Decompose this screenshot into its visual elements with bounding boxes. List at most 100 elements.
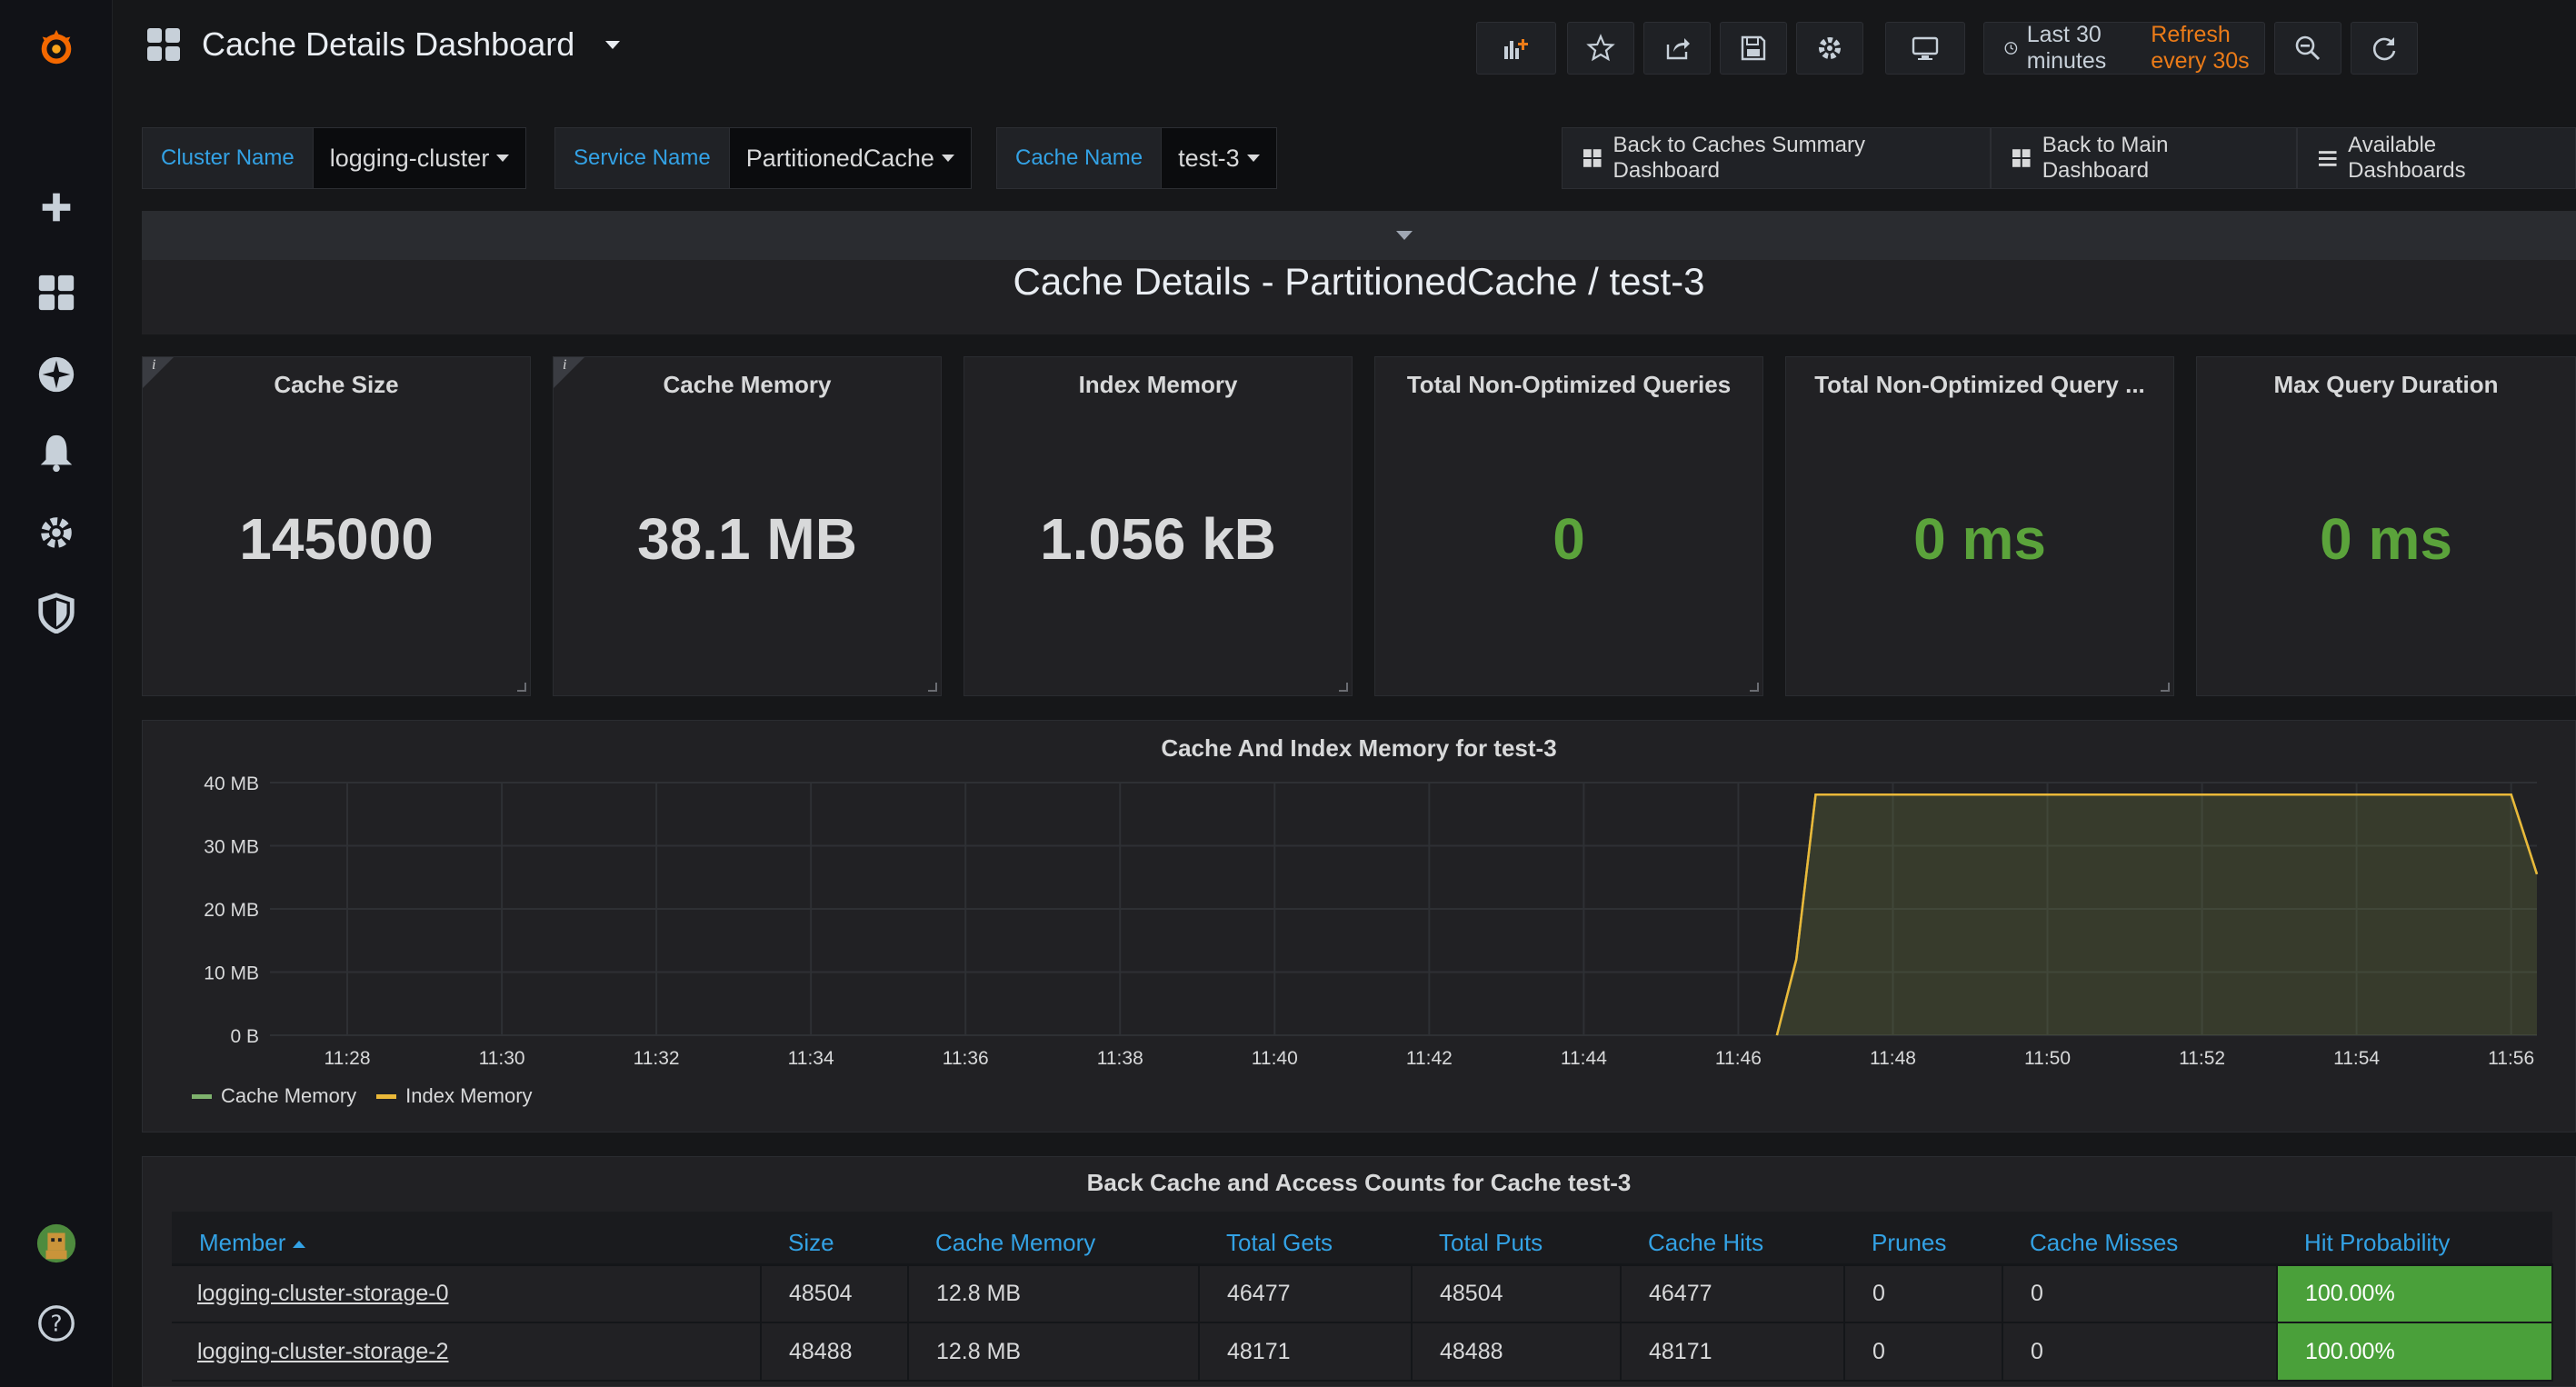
chevron-down-icon (605, 40, 621, 49)
table-cell: 48488 (1412, 1322, 1622, 1382)
back-cache-table: Member Size Cache Memory Total Gets Tota… (172, 1212, 2553, 1382)
graph-panel-memory[interactable]: Cache And Index Memory for test-3 40 MB 3… (142, 720, 2576, 1133)
grafana-logo-icon[interactable] (31, 22, 82, 73)
resize-handle[interactable] (2161, 683, 2170, 692)
table-cell: 48504 (1412, 1264, 1622, 1323)
stat-panel-non-optimized-queries[interactable]: Total Non-Optimized Queries 0 (1374, 356, 1763, 696)
column-header-total-puts[interactable]: Total Puts (1412, 1212, 1621, 1266)
legend-label: Cache Memory (221, 1084, 357, 1107)
y-tick-label: 10 MB (204, 963, 259, 984)
monitor-icon (1912, 36, 1939, 60)
x-tick-label: 11:50 (2024, 1048, 2071, 1069)
variable-label: Cache Name (996, 127, 1163, 189)
y-tick-label: 20 MB (204, 900, 259, 921)
stat-value: 1.056 kB (1040, 506, 1276, 572)
gear-icon (1819, 37, 1841, 59)
refresh-icon (2372, 37, 2396, 61)
column-header-cache-memory[interactable]: Cache Memory (908, 1212, 1199, 1266)
column-header-total-gets[interactable]: Total Gets (1199, 1212, 1412, 1266)
table-row: logging-cluster-storage-2 48488 12.8 MB … (172, 1322, 2553, 1382)
column-header-prunes[interactable]: Prunes (1844, 1212, 2002, 1266)
variable-label: Cluster Name (142, 127, 314, 189)
x-tick-label: 11:34 (788, 1048, 834, 1069)
link-caches-summary[interactable]: Back to Caches Summary Dashboard (1562, 127, 1992, 189)
stat-title: Total Non-Optimized Query ... (1814, 371, 2145, 398)
x-tick-label: 11:44 (1561, 1048, 1607, 1069)
dashboard-title-picker[interactable]: Cache Details Dashboard (145, 25, 621, 64)
resize-handle[interactable] (928, 683, 937, 692)
column-label: Member (199, 1228, 286, 1256)
bell-icon[interactable] (31, 427, 82, 478)
stat-value: 0 (1553, 506, 1585, 572)
service-name-select[interactable]: PartitionedCache (729, 127, 972, 189)
main-area: Cache Details Dashboard Last 30 minutes … (113, 0, 2576, 1387)
resize-handle[interactable] (1339, 683, 1348, 692)
x-tick-label: 11:36 (943, 1048, 989, 1069)
stat-value: 0 ms (2320, 506, 2452, 572)
add-panel-button[interactable] (1476, 22, 1556, 75)
share-button[interactable] (1643, 22, 1711, 75)
table-panel-back-cache[interactable]: Back Cache and Access Counts for Cache t… (142, 1156, 2576, 1387)
plus-icon[interactable] (31, 182, 82, 233)
variable-cache-name: Cache Name test-3 (996, 127, 1277, 189)
legend-item-index-memory[interactable]: Index Memory (376, 1084, 533, 1108)
variable-value: logging-cluster (329, 144, 490, 172)
dashboards-icon[interactable] (31, 267, 82, 318)
time-picker-button[interactable]: Last 30 minutes Refresh every 30s (1983, 22, 2265, 75)
table-header-row: Member Size Cache Memory Total Gets Tota… (172, 1212, 2552, 1266)
stat-panel-max-query-duration[interactable]: Max Query Duration 0 ms (2196, 356, 2576, 696)
stat-panel-cache-size[interactable]: i Cache Size 145000 (142, 356, 531, 696)
column-header-size[interactable]: Size (761, 1212, 908, 1266)
hit-probability-cell: 100.00% (2277, 1322, 2553, 1382)
variable-label: Service Name (554, 127, 730, 189)
table-cell: 0 (1844, 1264, 2003, 1323)
stat-value: 145000 (239, 506, 434, 572)
save-button[interactable] (1720, 22, 1787, 75)
table-cell: 0 (1844, 1322, 2003, 1382)
dashboard-links: Back to Caches Summary Dashboard Back to… (1562, 127, 2576, 189)
resize-handle[interactable] (1750, 683, 1759, 692)
member-link[interactable]: logging-cluster-storage-0 (172, 1264, 762, 1323)
gear-icon[interactable] (31, 507, 82, 558)
y-tick-label: 30 MB (204, 837, 259, 858)
table-cell: 48488 (761, 1322, 909, 1382)
add-panel-icon (1504, 39, 1528, 59)
stat-panel-non-optimized-query-duration[interactable]: Total Non-Optimized Query ... 0 ms (1785, 356, 2174, 696)
stat-value: 0 ms (1913, 506, 2046, 572)
link-available-dashboards[interactable]: Available Dashboards (2296, 127, 2576, 189)
column-header-member[interactable]: Member (172, 1212, 761, 1266)
shield-icon[interactable] (31, 587, 82, 638)
column-header-cache-misses[interactable]: Cache Misses (2002, 1212, 2277, 1266)
tv-mode-button[interactable] (1885, 22, 1965, 75)
member-link[interactable]: logging-cluster-storage-2 (172, 1322, 762, 1382)
x-tick-label: 11:46 (1715, 1048, 1762, 1069)
x-tick-label: 11:52 (2179, 1048, 2225, 1069)
table-cell: 48504 (761, 1264, 909, 1323)
resize-handle[interactable] (517, 683, 526, 692)
stat-panel-cache-memory[interactable]: i Cache Memory 38.1 MB (553, 356, 942, 696)
star-icon (1586, 34, 1615, 62)
explore-icon[interactable] (31, 349, 82, 400)
time-range-label: Last 30 minutes (2026, 22, 2107, 74)
legend-item-cache-memory[interactable]: Cache Memory (192, 1084, 356, 1108)
star-button[interactable] (1567, 22, 1634, 75)
svg-text:?: ? (50, 1311, 62, 1337)
cache-name-select[interactable]: test-3 (1162, 127, 1277, 189)
stat-panel-index-memory[interactable]: Index Memory 1.056 kB (964, 356, 1353, 696)
refresh-button[interactable] (2351, 22, 2418, 75)
table-cell: 46477 (1621, 1264, 1845, 1323)
x-tick-label: 11:48 (1870, 1048, 1916, 1069)
column-header-hit-probability[interactable]: Hit Probability (2277, 1212, 2552, 1266)
row-collapse-toggle[interactable] (142, 211, 2576, 260)
user-avatar[interactable] (31, 1218, 82, 1269)
help-icon[interactable]: ? (31, 1298, 82, 1349)
sort-asc-icon (293, 1240, 306, 1248)
x-tick-label: 11:38 (1097, 1048, 1143, 1069)
column-header-cache-hits[interactable]: Cache Hits (1621, 1212, 1844, 1266)
top-navbar: Cache Details Dashboard Last 30 minutes … (113, 0, 2576, 98)
cluster-name-select[interactable]: logging-cluster (313, 127, 527, 189)
settings-button[interactable] (1796, 22, 1863, 75)
zoom-out-button[interactable] (2274, 22, 2341, 75)
stat-title: Total Non-Optimized Queries (1406, 371, 1732, 398)
link-main-dashboard[interactable]: Back to Main Dashboard (1991, 127, 2297, 189)
